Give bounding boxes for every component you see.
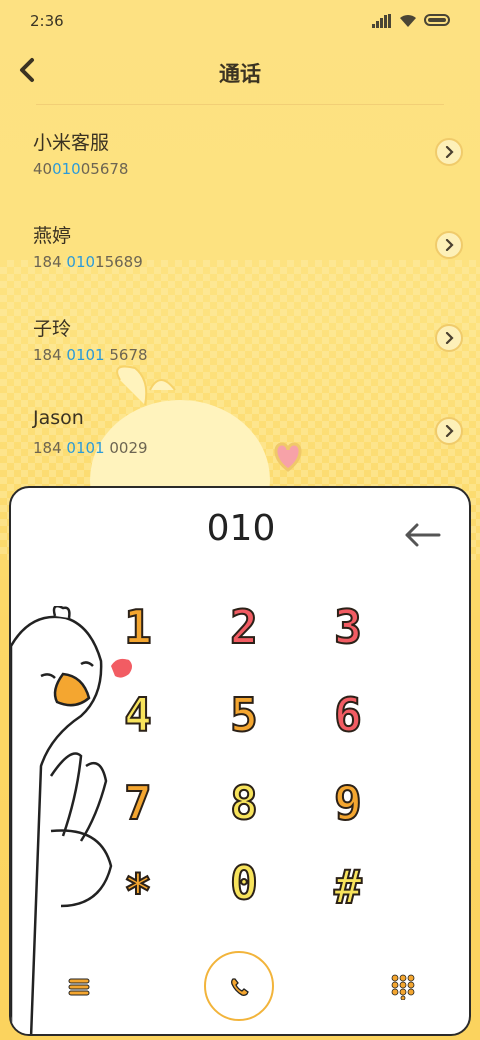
key-9[interactable]: 9 <box>313 772 383 834</box>
status-bar: 2:36 <box>0 0 480 40</box>
key-7[interactable]: 7 <box>103 772 173 834</box>
chevron-right-icon[interactable] <box>435 138 463 166</box>
dialer-panel: 010 1 2 3 4 5 6 7 8 9 * 0 # <box>9 486 471 1036</box>
contact-number: 184 0101 0029 <box>33 439 148 457</box>
key-hash[interactable]: # <box>313 856 383 918</box>
chevron-right-icon[interactable] <box>435 231 463 259</box>
key-6[interactable]: 6 <box>313 684 383 746</box>
contact-name: 小米客服 <box>33 132 110 154</box>
chevron-right-icon[interactable] <box>435 324 463 352</box>
key-2[interactable]: 2 <box>209 596 279 658</box>
wifi-icon <box>400 14 416 27</box>
contact-row[interactable]: 小米客服 4001005678 <box>0 128 480 218</box>
chevron-right-icon[interactable] <box>435 417 463 445</box>
key-5[interactable]: 5 <box>209 684 279 746</box>
key-4[interactable]: 4 <box>103 684 173 746</box>
header: 通话 <box>0 48 480 98</box>
page-title: 通话 <box>219 62 261 86</box>
call-button[interactable] <box>204 951 274 1021</box>
contact-name: Jason <box>33 407 84 429</box>
dialed-number: 010 <box>206 508 276 549</box>
contact-number: 4001005678 <box>33 160 129 178</box>
signal-icon <box>372 14 391 28</box>
key-1[interactable]: 1 <box>103 596 173 658</box>
contact-number: 184 01015689 <box>33 253 143 271</box>
status-time: 2:36 <box>30 12 64 30</box>
key-3[interactable]: 3 <box>313 596 383 658</box>
contact-row[interactable]: 燕婷 184 01015689 <box>0 221 480 311</box>
contact-name: 燕婷 <box>33 225 72 247</box>
keypad-grid-icon[interactable] <box>391 974 415 1000</box>
backspace-arrow-icon[interactable] <box>403 520 443 550</box>
battery-icon <box>424 14 450 26</box>
phone-icon <box>231 978 249 996</box>
key-8[interactable]: 8 <box>209 772 279 834</box>
key-0[interactable]: 0 <box>209 852 279 914</box>
menu-icon[interactable] <box>67 976 93 998</box>
contact-row[interactable]: Jason 184 0101 0029 <box>0 407 480 497</box>
header-divider <box>36 104 444 105</box>
contact-name: 子玲 <box>33 318 72 340</box>
key-star[interactable]: * <box>103 860 173 922</box>
